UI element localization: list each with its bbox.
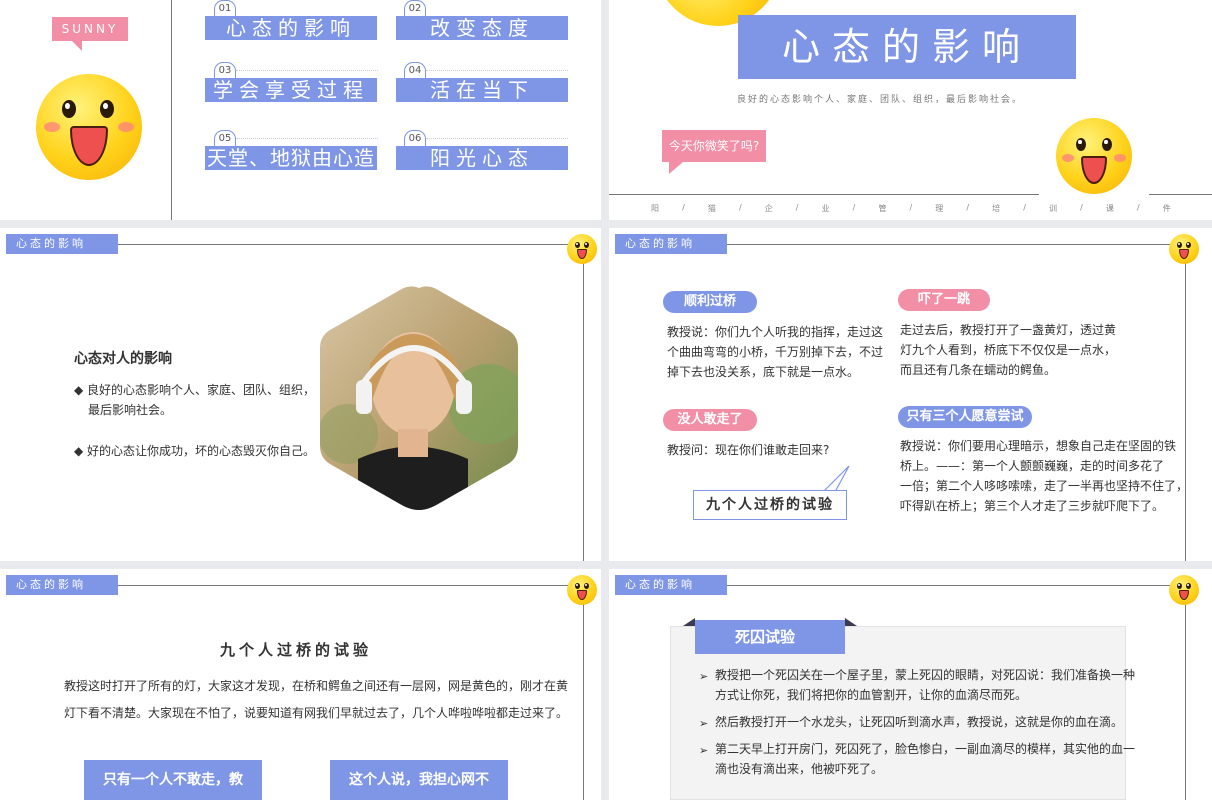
pill-startled: 吓了一跳	[898, 289, 990, 311]
page-title: 心态的影响	[738, 15, 1076, 79]
smiley-icon	[1169, 575, 1199, 605]
header-line	[727, 585, 1196, 586]
text-1-line-2: 个曲曲弯弯的小桥，千万别掉下去，不过	[667, 345, 884, 359]
callout-box: 九个人过桥的试验	[693, 490, 847, 520]
slide-5[interactable]: 心态的影响 九个人过桥的试验 教授这时打开了所有的灯，大家这才发现，在桥和鳄鱼之…	[0, 569, 601, 800]
header-line	[727, 244, 1196, 245]
menu-item-2[interactable]: 改变态度	[396, 16, 568, 40]
menu-item-6[interactable]: 阳光心态	[396, 146, 568, 170]
bullet-1-line-1: 教授把一个死囚关在一个屋子里，蒙上死囚的眼睛，对死囚说：我们准备换一种	[715, 668, 1136, 682]
sunny-tag: SUNNY	[52, 17, 128, 41]
bullet-3-line-2: 滴也没有滴出来，他被吓死了。	[715, 762, 884, 776]
box-one-person: 只有一个人不敢走，教	[84, 760, 262, 800]
smiley-icon	[1169, 234, 1199, 264]
text-2-line-3: 而且还有几条在蠕动的鳄鱼。	[900, 363, 1057, 377]
slide-2-title[interactable]: 心态的影响 良好的心态影响个人、家庭、团队、组织，最后影响社会。 今天你微笑了吗…	[609, 0, 1212, 220]
footer-line	[609, 194, 1039, 195]
chevron-icon: ➢	[699, 717, 709, 730]
slide-4[interactable]: 心态的影响 顺利过桥 教授说：你们九个人听我的指挥，走过这 个曲曲弯弯的小桥，千…	[609, 228, 1212, 561]
ribbon-fold	[683, 618, 695, 626]
speech-bubble: 今天你微笑了吗?	[662, 130, 766, 162]
pill-nobody-dares: 没人敢走了	[663, 409, 757, 431]
side-line	[583, 585, 584, 800]
section-title: 九个人过桥的试验	[219, 641, 372, 659]
hexagon-photo	[320, 286, 518, 510]
pill-three-try: 只有三个人愿意尝试	[898, 406, 1032, 428]
side-line	[1185, 244, 1186, 561]
ribbon-fold	[845, 618, 857, 626]
header-line	[118, 244, 585, 245]
menu-item-1[interactable]: 心态的影响	[205, 16, 377, 40]
text-2-line-1: 走过去后，教授打开了一盏黄灯，透过黄	[900, 323, 1117, 337]
smiley-icon	[567, 234, 597, 264]
menu-item-4[interactable]: 活在当下	[396, 78, 568, 102]
slide-6[interactable]: 心态的影响 死囚试验 ➢ 教授把一个死囚关在一个屋子里，蒙上死囚的眼睛，对死囚说…	[609, 569, 1212, 800]
text-4-line-3: 一倍；第二个人哆哆嗦嗦，走了一半再也坚持不住了，	[900, 479, 1189, 493]
divider-line	[171, 0, 172, 220]
text-4-line-1: 教授说：你们要用心理暗示，想象自己走在坚固的铁	[900, 439, 1177, 453]
paragraph-line-2: 灯下看不清楚。大家现在不怕了，说要知道有网我们早就过去了，几个人哗啦哗啦都走过来…	[64, 706, 569, 720]
bullet-1-cont: 最后影响社会。	[88, 403, 173, 417]
text-4-line-4: 吓得趴在桥上；第三个人才走了三步就吓爬下了。	[900, 499, 1165, 513]
text-4-line-2: 桥上。——：第一个人颤颤巍巍，走的时间多花了	[900, 459, 1165, 473]
smiley-icon	[1056, 118, 1132, 194]
header-line	[118, 585, 585, 586]
menu-item-5[interactable]: 天堂、地狱由心造	[205, 146, 377, 170]
text-2-line-2: 灯九个人看到，桥底下不仅仅是一点水，	[900, 343, 1117, 357]
pill-smooth-crossing: 顺利过桥	[663, 291, 757, 313]
menu-dots	[426, 138, 568, 142]
footer-text: 阳 / 猫 / 企 / 业 / 管 / 理 / 培 / 训 / 课 / 件	[651, 203, 1171, 213]
chevron-icon: ➢	[699, 744, 709, 757]
text-1-line-3: 掉下去也没关系，底下就是一点水。	[667, 365, 860, 379]
sunny-tag-tail	[72, 41, 82, 51]
side-line	[1185, 585, 1186, 800]
header-tag: 心态的影响	[6, 575, 118, 595]
header-tag: 心态的影响	[6, 234, 118, 254]
bullet-1: ◆ 良好的心态影响个人、家庭、团队、组织，	[74, 383, 316, 397]
menu-dots	[426, 70, 568, 74]
section-heading: 心态对人的影响	[74, 351, 172, 367]
header-tag: 心态的影响	[615, 234, 727, 254]
ribbon-title: 死囚试验	[695, 620, 845, 654]
footer-line	[1149, 194, 1212, 195]
menu-item-3[interactable]: 学会享受过程	[205, 78, 377, 102]
bullet-1-line-2: 方式让你死，我们将把你的血管割开，让你的血滴尽而死。	[715, 688, 1028, 702]
text-1-line-1: 教授说：你们九个人听我的指挥，走过这	[667, 325, 884, 339]
header-tag: 心态的影响	[615, 575, 727, 595]
paragraph-line-1: 教授这时打开了所有的灯，大家这才发现，在桥和鳄鱼之间还有一层网，网是黄色的，刚才…	[64, 679, 569, 693]
bullet-2-line-1: 然后教授打开一个水龙头，让死囚听到滴水声，教授说，这就是你的血在滴。	[715, 715, 1124, 729]
slide-1-contents[interactable]: SUNNY 01 心态的影响 02 改变态度 03 学会享受过程 04 活在当下…	[0, 0, 601, 220]
bullet-2: ◆ 好的心态让你成功，坏的心态毁灭你自己。	[74, 444, 316, 458]
text-3-line-1: 教授问：现在你们谁敢走回来?	[667, 443, 830, 457]
menu-dots	[236, 138, 378, 142]
smiley-icon	[36, 74, 142, 180]
menu-dots	[236, 70, 378, 74]
chevron-icon: ➢	[699, 670, 709, 683]
bullet-3-line-1: 第二天早上打开房门，死囚死了，脸色惨白，一副血滴尽的模样，其实他的血一	[715, 742, 1136, 756]
box-this-person: 这个人说，我担心网不	[330, 760, 508, 800]
bubble-tail	[669, 162, 683, 174]
slide-3[interactable]: 心态的影响 心态对人的影响 ◆ 良好的心态影响个人、家庭、团队、组织， 最后影响…	[0, 228, 601, 561]
smiley-icon	[567, 575, 597, 605]
subtitle: 良好的心态影响个人、家庭、团队、组织，最后影响社会。	[737, 95, 1024, 105]
side-line	[583, 244, 584, 561]
